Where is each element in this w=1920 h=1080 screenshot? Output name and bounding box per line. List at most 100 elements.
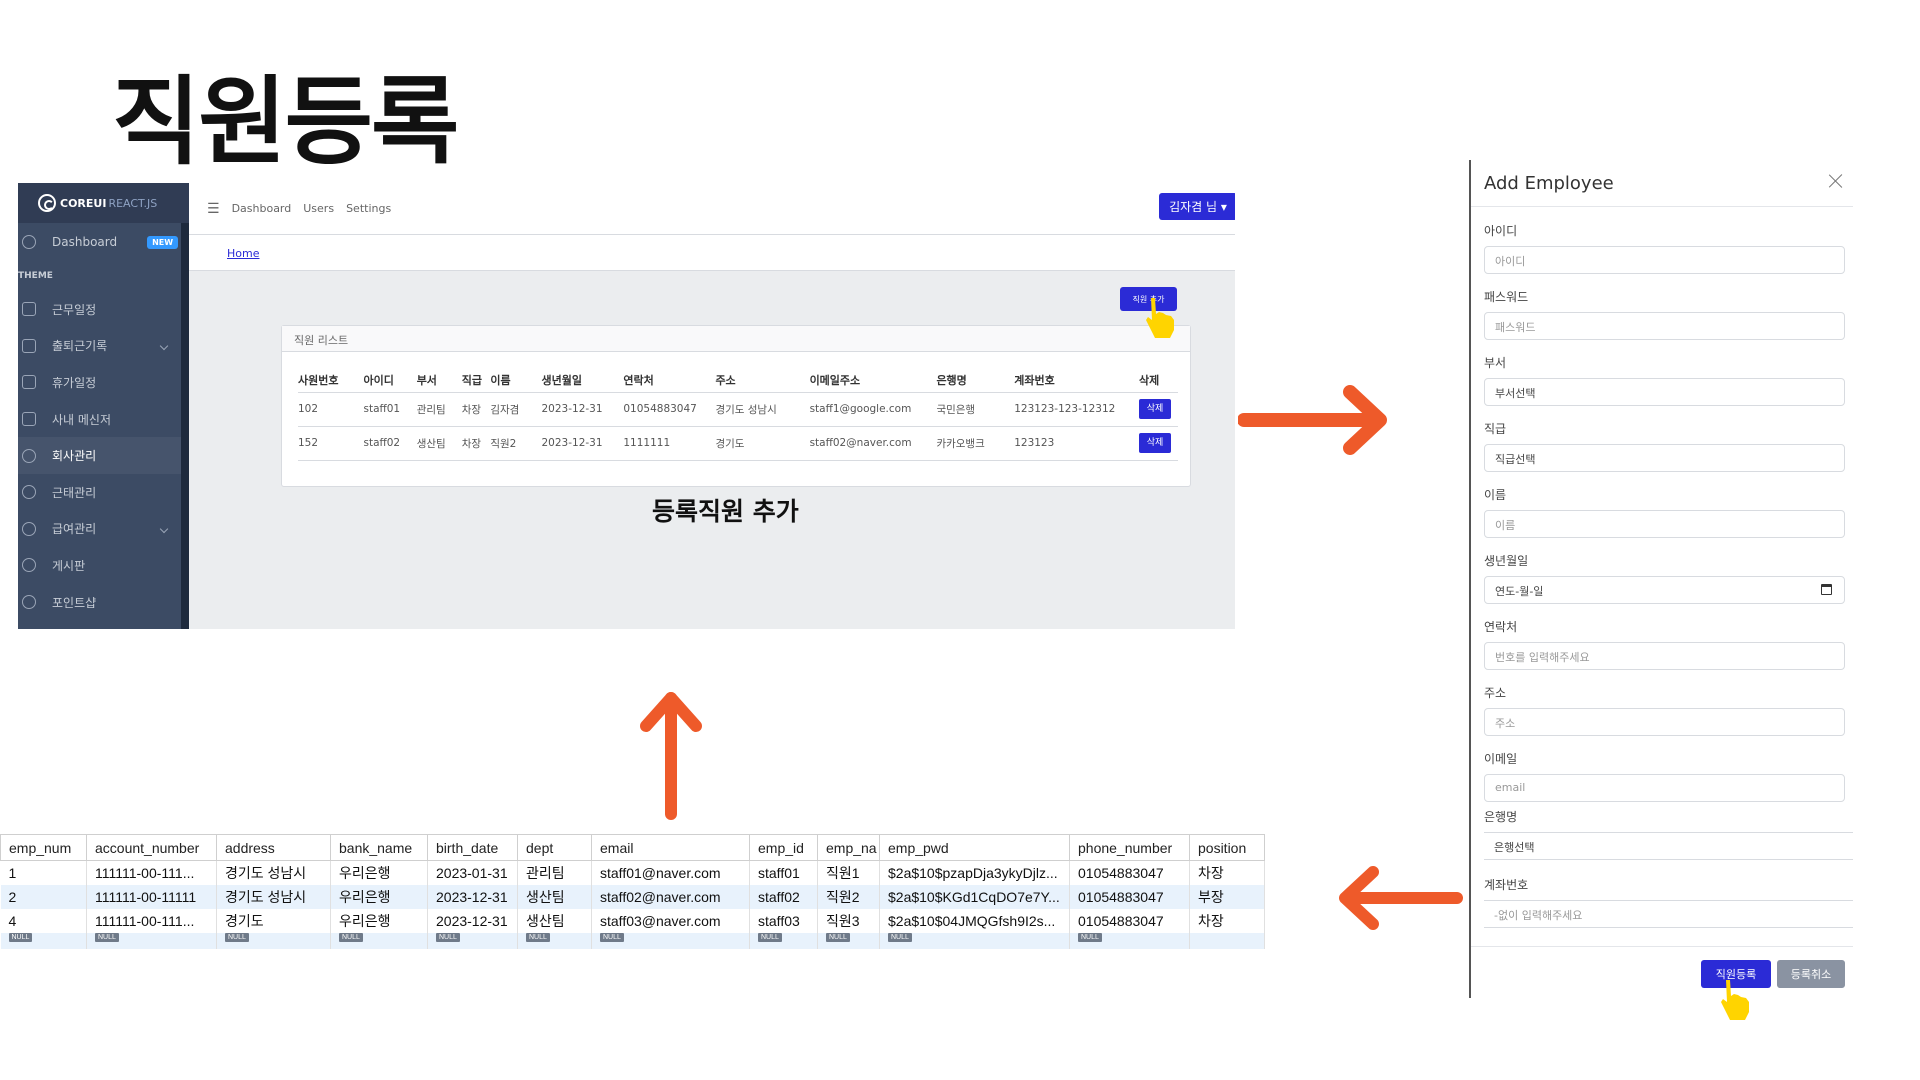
pointer-hand-icon: [1721, 980, 1749, 1020]
header-link-dashboard[interactable]: Dashboard: [232, 202, 292, 215]
new-badge: NEW: [147, 235, 179, 249]
modal-header: Add Employee: [1471, 160, 1853, 207]
account-input[interactable]: -없이 입력해주세요: [1484, 900, 1853, 928]
db-column-header[interactable]: emp_num: [0, 834, 87, 861]
sidebar-item-payroll[interactable]: 급여관리: [18, 511, 189, 548]
id-input[interactable]: 아이디: [1484, 246, 1845, 274]
user-menu-button[interactable]: 김자겸 님 ▾: [1159, 193, 1235, 220]
arrow-up-icon: [640, 692, 702, 820]
db-column-header[interactable]: dept: [517, 834, 592, 861]
null-tag: NULL: [526, 932, 550, 942]
db-new-row[interactable]: NULL NULL NULL NULL NULL NULL NULL NULL …: [0, 932, 1265, 949]
header-link-users[interactable]: Users: [303, 202, 334, 215]
db-column-header[interactable]: emp_id: [749, 834, 818, 861]
column-header: 계좌번호: [1014, 368, 1140, 393]
pointer-hand-icon: [1146, 298, 1174, 338]
db-column-header[interactable]: position: [1189, 834, 1265, 861]
password-input[interactable]: 패스워드: [1484, 312, 1845, 340]
table-row: 152 staff02 생산팀 차장 직원2 2023-12-31 111111…: [298, 426, 1178, 461]
db-column-header[interactable]: address: [216, 834, 331, 861]
db-column-header[interactable]: birth_date: [427, 834, 518, 861]
close-icon[interactable]: [1827, 172, 1845, 190]
brand-logo[interactable]: COREUI REACT.JS: [18, 183, 189, 223]
chevron-down-icon: [159, 524, 169, 533]
column-header: 주소: [715, 368, 810, 393]
chevron-down-icon: [159, 341, 169, 350]
sidebar-item-company[interactable]: 회사관리: [18, 437, 189, 474]
null-tag: NULL: [339, 932, 363, 942]
column-header: 생년월일: [541, 368, 624, 393]
sidebar-section-title: THEME: [18, 271, 53, 281]
field-label-email: 이메일: [1484, 752, 1518, 766]
column-header: 부서: [416, 368, 462, 393]
field-label-password: 패스워드: [1484, 290, 1529, 304]
clipboard-icon: [22, 338, 36, 353]
db-column-header[interactable]: emp_na: [817, 834, 880, 861]
add-employee-modal: Add Employee 아이디 아이디 패스워드 패스워드 부서 부서선택 직…: [1469, 160, 1853, 998]
sidebar-item-messenger[interactable]: 사내 메신저: [18, 401, 189, 438]
db-column-header[interactable]: account_number: [86, 834, 217, 861]
puzzle-icon: [22, 521, 36, 536]
sidebar-item-vacation[interactable]: 휴가일정: [18, 364, 189, 401]
delete-button[interactable]: 삭제: [1139, 433, 1172, 453]
employee-table: 사원번호 아이디 부서 직급 이름 생년월일 연락처 주소 이메일주소 은행명 …: [298, 368, 1178, 461]
columns-icon: [22, 375, 36, 390]
db-header-row: emp_num account_number address bank_name…: [0, 834, 1265, 861]
top-header: ☰ Dashboard Users Settings 김자겸 님 ▾: [189, 183, 1235, 235]
hamburger-menu-icon[interactable]: ☰: [207, 201, 220, 217]
sidebar-item-work-schedule[interactable]: 근무일정: [18, 291, 189, 328]
sidebar-scrollbar[interactable]: [181, 223, 189, 629]
card-title: 직원 리스트: [282, 326, 1190, 352]
null-tag: NULL: [1078, 932, 1102, 942]
field-label-name: 이름: [1484, 488, 1507, 502]
birthdate-input[interactable]: 연도-월-일: [1484, 576, 1845, 604]
column-header: 이메일주소: [809, 368, 937, 393]
settings-circle-icon: [22, 558, 36, 573]
position-select[interactable]: 직급선택: [1484, 444, 1845, 472]
dept-select[interactable]: 부서선택: [1484, 378, 1845, 406]
column-header: 아이디: [363, 368, 417, 393]
sidebar-item-board[interactable]: 게시판: [18, 547, 189, 584]
db-row[interactable]: 2 111111-00-11111 경기도 성남시 우리은행 2023-12-3…: [0, 884, 1265, 909]
db-column-header[interactable]: phone_number: [1069, 834, 1190, 861]
employee-list-card: 직원 리스트 사원번호 아이디 부서 직급 이름 생년월일 연락처 주소 이메일…: [281, 325, 1191, 487]
speedometer-icon: [22, 235, 36, 249]
bank-select[interactable]: 은행선택: [1484, 832, 1853, 860]
table-header-row: 사원번호 아이디 부서 직급 이름 생년월일 연락처 주소 이메일주소 은행명 …: [298, 368, 1178, 393]
column-header: 사원번호: [298, 368, 364, 393]
db-column-header[interactable]: emp_pwd: [879, 834, 1070, 861]
message-icon: [22, 412, 36, 427]
column-header: 연락처: [623, 368, 716, 393]
sidebar-item-attendance[interactable]: 출퇴근기록: [18, 328, 189, 365]
caption-add-employee: 등록직원 추가: [652, 497, 799, 526]
column-header: 이름: [490, 368, 542, 393]
field-label-dept: 부서: [1484, 356, 1507, 370]
db-column-header[interactable]: bank_name: [330, 834, 428, 861]
null-tag: NULL: [600, 932, 624, 942]
delete-button[interactable]: 삭제: [1139, 399, 1172, 419]
field-label-bank: 은행명: [1484, 810, 1518, 824]
modal-title: Add Employee: [1484, 173, 1614, 194]
email-input[interactable]: email: [1484, 774, 1845, 802]
app-screenshot: COREUI REACT.JS Dashboard NEW THEME 근무일정…: [18, 183, 1235, 629]
db-row[interactable]: 1 111111-00-111... 경기도 성남시 우리은행 2023-01-…: [0, 860, 1265, 885]
settings-circle-icon: [22, 485, 36, 500]
phone-input[interactable]: 번호를 입력해주세요: [1484, 642, 1845, 670]
field-label-account: 계좌번호: [1484, 878, 1529, 892]
db-row[interactable]: 4 111111-00-111... 경기도 우리은행 2023-12-31 생…: [0, 908, 1265, 933]
sidebar-item-dashboard[interactable]: Dashboard NEW: [18, 223, 189, 261]
breadcrumb-home[interactable]: Home: [227, 247, 259, 260]
field-label-id: 아이디: [1484, 224, 1518, 238]
column-header: 삭제: [1139, 368, 1178, 393]
sidebar-item-time-management[interactable]: 근태관리: [18, 474, 189, 511]
employee-db-table: emp_num account_number address bank_name…: [0, 834, 1265, 949]
name-input[interactable]: 이름: [1484, 510, 1845, 538]
db-column-header[interactable]: email: [591, 834, 750, 861]
address-input[interactable]: 주소: [1484, 708, 1845, 736]
header-link-settings[interactable]: Settings: [346, 202, 391, 215]
settings-circle-icon: [22, 595, 36, 610]
cancel-button[interactable]: 등록취소: [1777, 960, 1845, 988]
field-label-phone: 연락처: [1484, 620, 1518, 634]
calendar-icon[interactable]: [1821, 584, 1832, 595]
sidebar-item-point-shop[interactable]: 포인트샵: [18, 584, 189, 621]
